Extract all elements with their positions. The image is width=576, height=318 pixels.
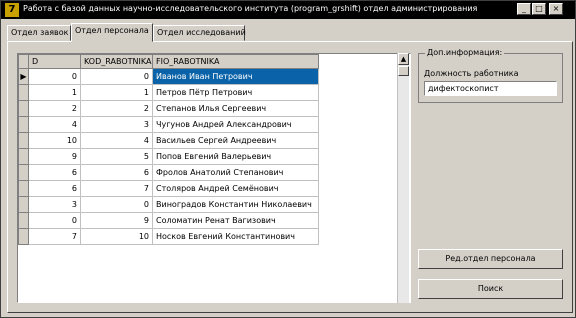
cell-kod[interactable]: 3 bbox=[80, 116, 153, 133]
row-indicator bbox=[18, 212, 29, 229]
cell-id[interactable]: 7 bbox=[28, 228, 81, 245]
row-indicator bbox=[18, 164, 29, 181]
edit-personnel-button[interactable]: Ред.отдел персонала bbox=[418, 249, 563, 269]
window-title: Работа с базой данных научно-исследовате… bbox=[23, 4, 478, 13]
cell-kod[interactable]: 0 bbox=[80, 196, 153, 213]
cell-fio[interactable]: Иванов Иван Петрович bbox=[152, 68, 319, 85]
row-indicator bbox=[18, 132, 29, 149]
cell-id[interactable]: 6 bbox=[28, 180, 81, 197]
row-indicator bbox=[18, 196, 29, 213]
info-group-title: Доп.информация: bbox=[425, 48, 505, 57]
row-indicator bbox=[18, 116, 29, 133]
cell-fio[interactable]: Попов Евгений Валерьевич bbox=[152, 148, 319, 165]
cell-id[interactable]: 0 bbox=[28, 212, 81, 229]
table-row[interactable]: 10 4 Васильев Сергей Андреевич bbox=[18, 132, 319, 149]
cell-kod[interactable]: 0 bbox=[80, 68, 153, 85]
row-indicator: ▶ bbox=[18, 68, 29, 85]
scroll-up-icon[interactable]: ▲ bbox=[398, 53, 409, 65]
position-field[interactable]: дифектоскопист bbox=[424, 81, 557, 96]
cell-id[interactable]: 6 bbox=[28, 164, 81, 181]
row-indicator bbox=[18, 100, 29, 117]
cell-id[interactable]: 1 bbox=[28, 84, 81, 101]
close-button[interactable]: × bbox=[549, 3, 563, 15]
row-indicator bbox=[18, 228, 29, 245]
cell-fio[interactable]: Фролов Анатолий Степанович bbox=[152, 164, 319, 181]
cell-fio[interactable]: Чугунов Андрей Александрович bbox=[152, 116, 319, 133]
scroll-thumb[interactable] bbox=[398, 66, 409, 76]
column-header-kod[interactable]: KOD_RABOTNIKA bbox=[80, 54, 153, 69]
app-icon: 7 bbox=[5, 3, 19, 17]
cell-fio[interactable]: Столяров Андрей Семёнович bbox=[152, 180, 319, 197]
cell-kod[interactable]: 10 bbox=[80, 228, 153, 245]
vertical-scrollbar[interactable]: ▲ bbox=[397, 53, 409, 303]
cell-kod[interactable]: 9 bbox=[80, 212, 153, 229]
cell-id[interactable]: 0 bbox=[28, 68, 81, 85]
tab-personnel[interactable]: Отдел персонала bbox=[71, 23, 153, 42]
row-indicator-header bbox=[18, 54, 29, 69]
table-row[interactable]: 1 1 Петров Пётр Петрович bbox=[18, 84, 319, 101]
tab-research[interactable]: Отдел исследований bbox=[153, 25, 246, 41]
row-indicator bbox=[18, 148, 29, 165]
maximize-button[interactable]: □ bbox=[532, 3, 546, 15]
cell-id[interactable]: 3 bbox=[28, 196, 81, 213]
table-row[interactable]: 2 2 Степанов Илья Сергеевич bbox=[18, 100, 319, 117]
table-row[interactable]: 0 9 Соломатин Ренат Вагизович bbox=[18, 212, 319, 229]
table-body: ▶ 0 0 Иванов Иван Петрович 1 1 Петров Пётр Пет… bbox=[18, 68, 319, 245]
tab-requests[interactable]: Отдел заявок bbox=[7, 25, 71, 41]
cell-fio[interactable]: Степанов Илья Сергеевич bbox=[152, 100, 319, 117]
position-label: Должность работника bbox=[424, 69, 519, 78]
column-header-fio[interactable]: FIO_RABOTNIKA bbox=[152, 54, 319, 69]
personnel-table: D KOD_RABOTNIKA FIO_RABOTNIKA ▶ 0 0 Иванов … bbox=[18, 54, 319, 245]
cell-id[interactable]: 9 bbox=[28, 148, 81, 165]
cell-kod[interactable]: 4 bbox=[80, 132, 153, 149]
info-groupbox: Доп.информация: Должность работника дифе… bbox=[418, 48, 563, 103]
row-indicator bbox=[18, 84, 29, 101]
cell-id[interactable]: 2 bbox=[28, 100, 81, 117]
row-indicator bbox=[18, 180, 29, 197]
table-row[interactable]: 9 5 Попов Евгений Валерьевич bbox=[18, 148, 319, 165]
search-button[interactable]: Поиск bbox=[418, 279, 563, 299]
table-row[interactable]: 4 3 Чугунов Андрей Александрович bbox=[18, 116, 319, 133]
cell-id[interactable]: 4 bbox=[28, 116, 81, 133]
table-row[interactable]: ▶ 0 0 Иванов Иван Петрович bbox=[18, 68, 319, 85]
personnel-grid[interactable]: D KOD_RABOTNIKA FIO_RABOTNIKA ▶ 0 0 Иванов … bbox=[17, 53, 411, 303]
title-bar[interactable]: 7 Работа с базой данных научно-исследова… bbox=[1, 1, 575, 19]
cell-kod[interactable]: 1 bbox=[80, 84, 153, 101]
table-row[interactable]: 6 7 Столяров Андрей Семёнович bbox=[18, 180, 319, 197]
cell-kod[interactable]: 2 bbox=[80, 100, 153, 117]
cell-id[interactable]: 10 bbox=[28, 132, 81, 149]
cell-fio[interactable]: Носков Евгений Константинович bbox=[152, 228, 319, 245]
cell-fio[interactable]: Виноградов Константин Николаевич bbox=[152, 196, 319, 213]
cell-fio[interactable]: Петров Пётр Петрович bbox=[152, 84, 319, 101]
minimize-button[interactable]: _ bbox=[517, 3, 531, 15]
table-row[interactable]: 7 10 Носков Евгений Константинович bbox=[18, 228, 319, 245]
cell-kod[interactable]: 7 bbox=[80, 180, 153, 197]
column-header-id[interactable]: D bbox=[28, 54, 81, 69]
app-window: 7 Работа с базой данных научно-исследова… bbox=[0, 0, 576, 318]
table-row[interactable]: 6 6 Фролов Анатолий Степанович bbox=[18, 164, 319, 181]
cell-fio[interactable]: Соломатин Ренат Вагизович bbox=[152, 212, 319, 229]
cell-kod[interactable]: 5 bbox=[80, 148, 153, 165]
table-row[interactable]: 3 0 Виноградов Константин Николаевич bbox=[18, 196, 319, 213]
cell-kod[interactable]: 6 bbox=[80, 164, 153, 181]
cell-fio[interactable]: Васильев Сергей Андреевич bbox=[152, 132, 319, 149]
